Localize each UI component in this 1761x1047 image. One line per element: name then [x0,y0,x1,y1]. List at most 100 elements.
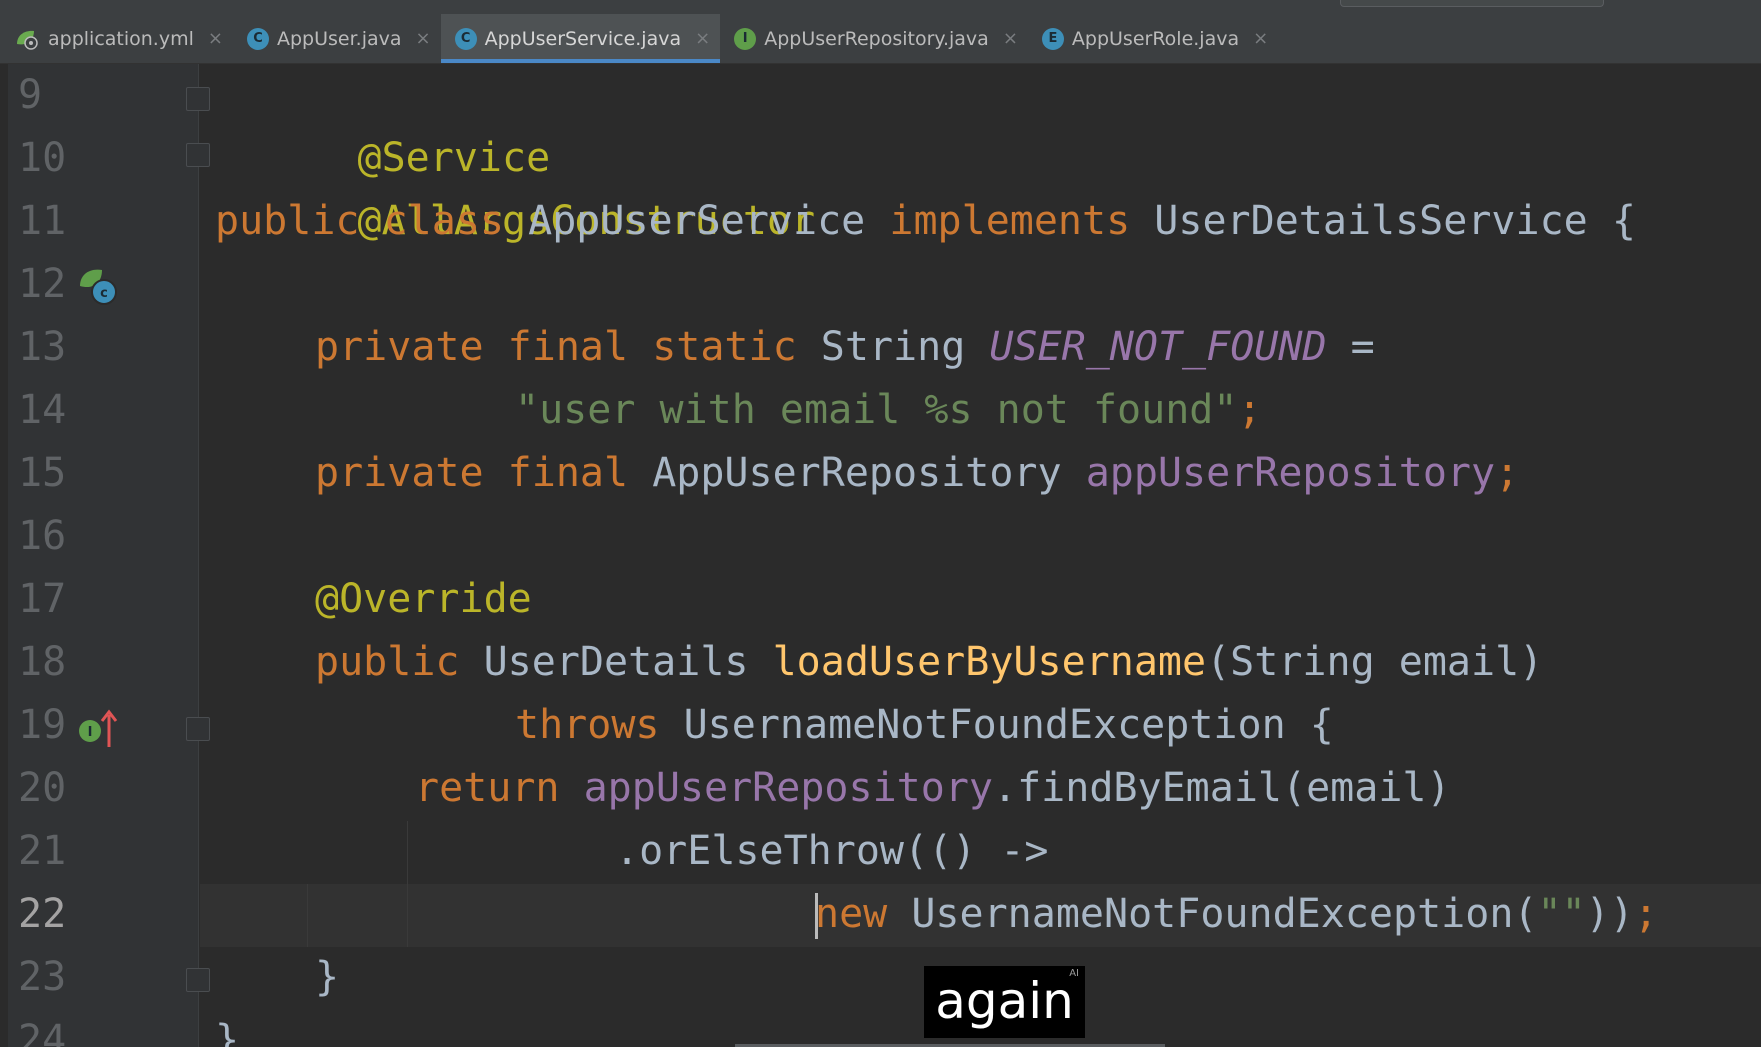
video-subtitle: again AI [924,966,1085,1038]
enum-icon: E [1041,27,1064,50]
tab-label: AppUserRole.java [1071,27,1240,50]
line-number: 18 [18,639,67,685]
line-number: 15 [18,450,67,496]
keyword-token: class [383,198,505,244]
tab-appuserrepository-java[interactable]: I AppUserRepository.java × [720,14,1028,63]
tab-appuserservice-java[interactable]: C AppUserService.java × [440,14,721,63]
tab-appuserrole-java[interactable]: E AppUserRole.java × [1028,14,1278,63]
code-line: 9 @Service [0,64,1761,181]
semicolon-token: ; [1237,387,1262,433]
tab-appuser-java[interactable]: C AppUser.java × [233,14,441,63]
paren-token: )) [1585,891,1634,937]
line-number: 24 [18,1017,67,1047]
keyword-token: return [415,765,560,811]
line-number: 13 [18,324,67,370]
line-number: 17 [18,576,67,622]
code-text: return appUserRepository.findByEmail(ema… [415,757,1451,820]
class-name-token: AppUserService [528,198,866,244]
code-line: 23 } [0,946,1761,1009]
line-number: 16 [18,513,67,559]
line-number: 11 [18,198,67,244]
field-token: appUserRepository [1085,450,1496,496]
keyword-token: final [507,450,629,496]
line-number: 19 [18,702,67,748]
code-line: 17 @Override [0,568,1761,631]
type-token: UserDetails [483,639,749,685]
code-line: 13 private final static String USER_NOT_… [0,316,1761,379]
call-token: .findByEmail(email) [993,765,1451,811]
call-token: .orElseThrow(() -> [615,828,1049,874]
string-token: "user with email %s not found" [515,387,1238,433]
code-line: 16 [0,505,1761,568]
keyword-token: implements [889,198,1131,244]
brace-token: } [215,1017,240,1047]
interface-name-token: UserDetailsService [1154,198,1588,244]
code-text: new UsernameNotFoundException("")); [815,883,1658,946]
code-text: "user with email %s not found"; [515,379,1262,442]
semicolon-token: ; [1495,450,1520,496]
code-text: } [215,1009,239,1047]
code-text: private final static String USER_NOT_FOU… [315,316,1375,379]
close-tab-icon[interactable]: × [695,28,710,49]
ai-badge: AI [1069,968,1079,979]
keyword-token: public [315,639,460,685]
keyword-token: public [215,198,360,244]
spring-yml-icon [14,28,40,50]
exception-token: UsernameNotFoundException( [911,891,1538,937]
line-number: 14 [18,387,67,433]
code-line: 20 return appUserRepository.findByEmail(… [0,757,1761,820]
code-line: 21 .orElseThrow(() -> [0,820,1761,883]
code-text: @Override [315,568,532,631]
editor-tab-bar: application.yml × C AppUser.java × C App… [0,14,1761,64]
code-line: 15 private final AppUserRepository appUs… [0,442,1761,505]
code-text: .orElseThrow(() -> [615,820,1048,883]
brace-token: } [315,954,340,1000]
class-icon: C [454,27,477,50]
constant-token: USER_NOT_FOUND [989,324,1327,370]
operator-token: = [1350,324,1375,370]
class-icon: C [246,27,269,50]
code-line: 12 [0,253,1761,316]
keyword-token: throws [515,702,660,748]
code-text: public UserDetails loadUserByUsername(St… [315,631,1543,694]
line-number: 23 [18,954,67,1000]
keyword-token: final [507,324,629,370]
annotation-token: @Override [315,576,532,622]
tab-label: AppUserService.java [484,27,682,50]
semicolon-token: ; [1633,891,1658,937]
tab-application-yml[interactable]: application.yml × [0,14,233,63]
code-line: 14 "user with email %s not found"; [0,379,1761,442]
tab-label: AppUserRepository.java [764,27,989,50]
close-tab-icon[interactable]: × [416,28,431,49]
text-caret [815,893,818,939]
close-tab-icon[interactable]: × [208,28,223,49]
interface-icon: I [734,27,757,50]
svg-text:I: I [88,725,93,740]
type-token: AppUserRepository [652,450,1062,496]
line-number: 20 [18,765,67,811]
line-number: 9 [18,72,43,118]
search-everywhere-box[interactable] [1340,0,1604,7]
code-line: 19 throws UsernameNotFoundException { [0,694,1761,757]
class-implementation-gutter-icon[interactable]: c [78,266,118,306]
close-tab-icon[interactable]: × [1003,28,1018,49]
keyword-token: static [652,324,797,370]
code-text: throws UsernameNotFoundException { [515,694,1334,757]
code-line: 18 public UserDetails loadUserByUsername… [0,631,1761,694]
code-line-current: 22 new UsernameNotFoundException("")); [0,883,1761,946]
exception-token: UsernameNotFoundException { [683,702,1334,748]
string-token: "" [1537,891,1586,937]
code-editor[interactable]: 9 @Service 10 @AllArgsConstructor 11 pub… [0,64,1761,1047]
method-name-token: loadUserByUsername [772,639,1207,685]
implements-method-gutter-icon[interactable]: I [78,709,118,749]
title-bar [0,0,1761,15]
tab-label: application.yml [48,27,194,50]
code-line: 10 @AllArgsConstructor [0,127,1761,244]
keyword-token: private [315,324,484,370]
line-number: 12 [18,261,67,307]
code-text: private final AppUserRepository appUserR… [315,442,1519,505]
line-number: 22 [18,891,67,937]
close-tab-icon[interactable]: × [1253,28,1268,49]
line-number: 10 [18,135,67,181]
field-token: appUserRepository [583,765,993,811]
